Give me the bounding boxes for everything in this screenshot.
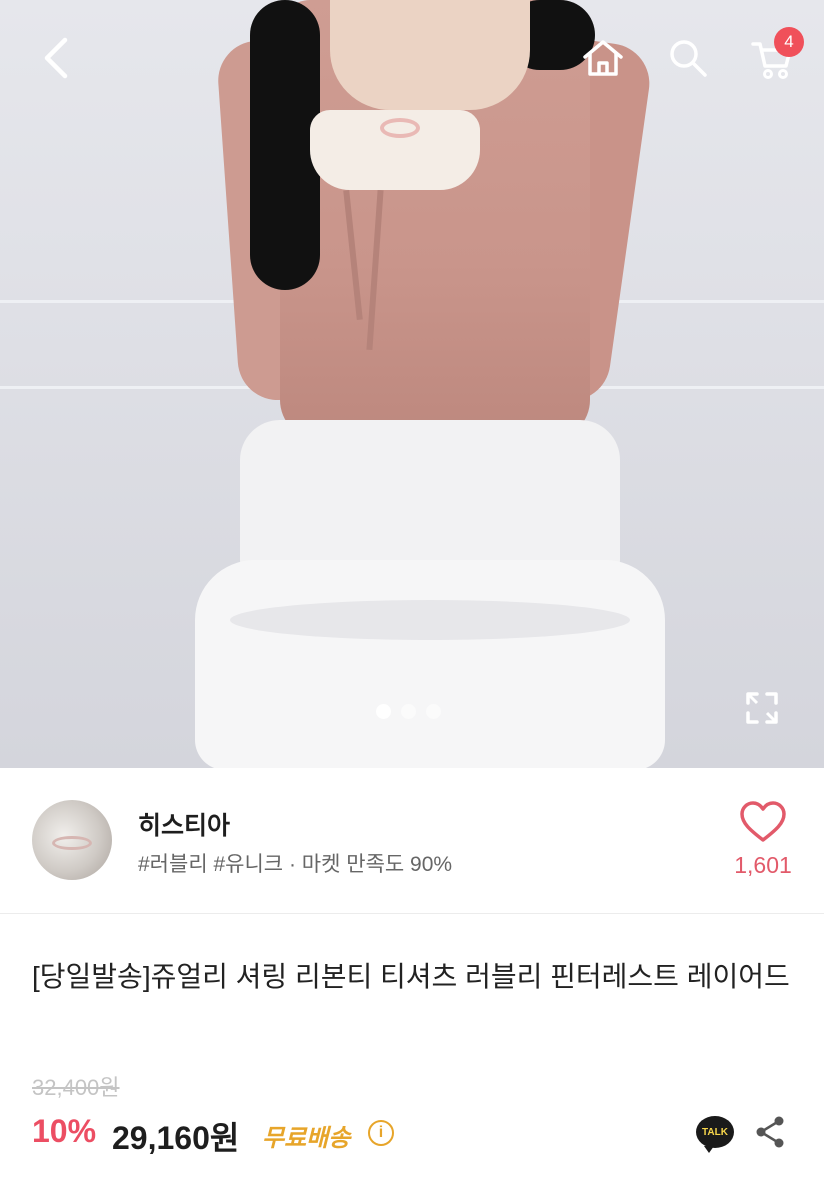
pagination-dot[interactable] bbox=[426, 704, 441, 719]
sale-price: 29,160원 bbox=[112, 1120, 240, 1156]
seller-info[interactable]: 히스티아 #러블리 #유니크 · 마켓 만족도 90% 1,601 bbox=[0, 768, 824, 914]
seller-tags: #러블리 #유니크 · 마켓 만족도 90% bbox=[138, 853, 453, 876]
seller-avatar[interactable] bbox=[32, 800, 112, 880]
pagination-dot[interactable] bbox=[376, 704, 391, 719]
original-price: 32,400원 bbox=[32, 1075, 120, 1100]
seller-name[interactable]: 히스티아 bbox=[138, 806, 230, 842]
product-title: [당일발송]쥬얼리 셔링 리본티 티셔츠 러블리 핀터레스트 레이어드 bbox=[32, 961, 790, 992]
pagination-dot[interactable] bbox=[401, 704, 416, 719]
info-icon[interactable]: i bbox=[368, 1120, 394, 1146]
product-image[interactable]: 4 bbox=[0, 0, 824, 768]
share-button[interactable] bbox=[752, 1114, 788, 1150]
kakaotalk-share-button[interactable]: TALK bbox=[696, 1116, 734, 1153]
fullscreen-button[interactable] bbox=[738, 684, 786, 732]
home-button[interactable] bbox=[576, 32, 630, 84]
heart-icon bbox=[740, 801, 786, 842]
expand-icon bbox=[746, 692, 778, 724]
home-icon bbox=[583, 40, 623, 76]
photo-skirt-bottom bbox=[195, 560, 665, 768]
photo-skirt-shade bbox=[230, 600, 630, 640]
back-button[interactable] bbox=[30, 30, 82, 86]
like-button[interactable]: 1,601 bbox=[730, 798, 796, 898]
photo-neck bbox=[330, 0, 530, 110]
discount-rate: 10% bbox=[32, 1113, 97, 1149]
photo-bow bbox=[380, 118, 420, 138]
gallery-pagination bbox=[376, 704, 441, 719]
share-icon bbox=[756, 1116, 784, 1148]
search-icon bbox=[670, 40, 707, 77]
cart-count-badge: 4 bbox=[774, 27, 804, 57]
chevron-left-icon bbox=[44, 37, 68, 79]
free-shipping-label: 무료배송 bbox=[262, 1125, 351, 1152]
like-count: 1,601 bbox=[734, 852, 792, 878]
avatar-ribbon bbox=[52, 836, 92, 850]
search-button[interactable] bbox=[662, 32, 714, 84]
